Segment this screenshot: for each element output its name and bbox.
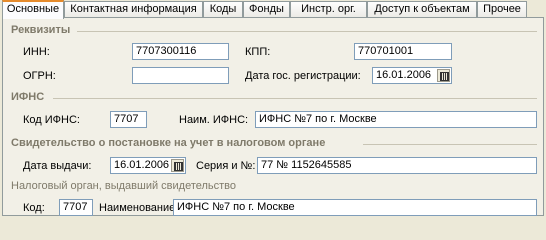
issue-date-field[interactable]: 16.01.2006 — [110, 157, 186, 174]
tab-codes[interactable]: Коды — [203, 1, 243, 17]
kpp-field[interactable]: 770701001 — [354, 43, 452, 60]
tab-other[interactable]: Прочее — [477, 1, 527, 17]
issuer-name-field[interactable]: ИФНС №7 по г. Москве — [173, 199, 537, 216]
inn-field[interactable]: 7707300116 — [132, 43, 229, 60]
calendar-icon[interactable] — [437, 69, 450, 82]
tab-main[interactable]: Основные — [2, 0, 64, 19]
issue-date-label: Дата выдачи: — [23, 160, 92, 172]
requisites-heading: Реквизиты — [11, 24, 71, 36]
ifns-heading: ИФНС — [11, 91, 45, 103]
ifns-name-label: Наим. ИФНС: — [179, 114, 249, 126]
inn-label: ИНН: — [23, 46, 50, 58]
issuer-code-field[interactable]: 7707 — [59, 199, 93, 216]
issuer-caption: Налоговый орган, выдавший свидетельство — [11, 180, 237, 192]
tab-funds[interactable]: Фонды — [243, 1, 290, 17]
certificate-heading: Свидетельство о постановке на учет в нал… — [11, 137, 326, 149]
main-panel: Реквизиты ИНН: 7707300116 КПП: 770701001… — [2, 17, 544, 216]
requisites-divider — [77, 31, 537, 32]
tab-object-access[interactable]: Доступ к объектам — [367, 1, 477, 17]
issue-date-value: 16.01.2006 — [114, 159, 170, 171]
calendar-icon[interactable] — [171, 159, 184, 172]
ogrn-label: ОГРН: — [23, 70, 56, 82]
reg-date-value: 16.01.2006 — [376, 69, 432, 81]
issuer-name-label: Наименование: — [99, 202, 179, 214]
tab-instr-org[interactable]: Инстр. орг. — [290, 1, 367, 17]
ogrn-field[interactable] — [132, 67, 229, 84]
reg-date-label: Дата гос. регистрации: — [245, 70, 361, 82]
kpp-label: КПП: — [245, 46, 271, 58]
ifns-divider — [53, 98, 537, 99]
certificate-divider — [363, 144, 537, 145]
reg-date-field[interactable]: 16.01.2006 — [372, 67, 452, 84]
issuer-code-label: Код: — [23, 202, 45, 214]
ifns-code-label: Код ИФНС: — [23, 114, 80, 126]
series-field[interactable]: 77 № 1152645585 — [257, 157, 537, 174]
ifns-name-field[interactable]: ИФНС №7 по г. Москве — [255, 111, 537, 128]
series-label: Серия и №: — [196, 160, 256, 172]
ifns-code-field[interactable]: 7707 — [110, 111, 147, 128]
tab-contact-info[interactable]: Контактная информация — [64, 1, 203, 17]
